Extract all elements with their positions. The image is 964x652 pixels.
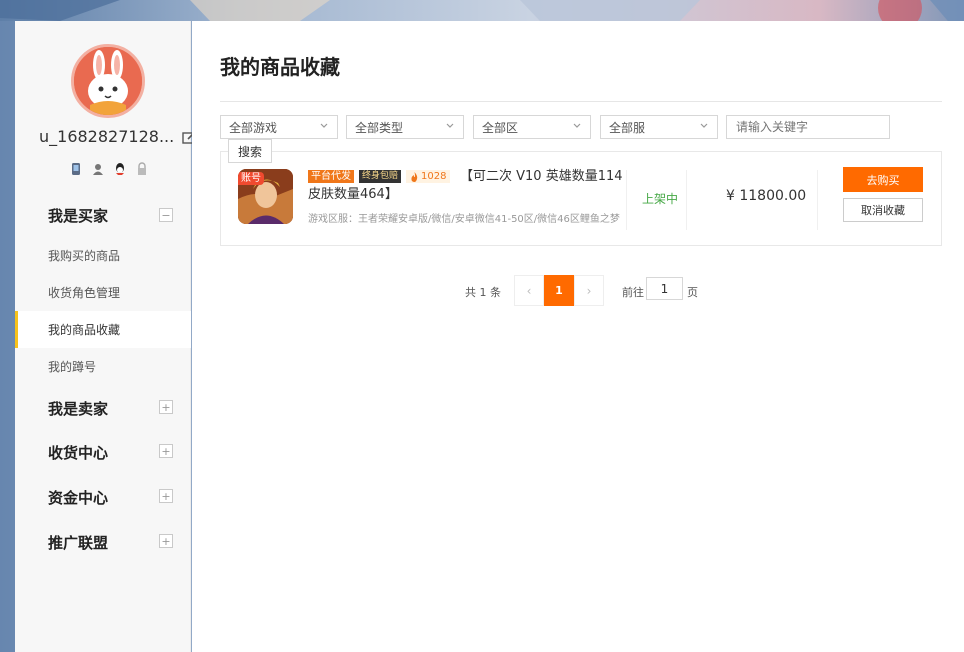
page-number-1[interactable]: 1 [544, 275, 574, 306]
server-select[interactable]: 全部服 [600, 115, 718, 139]
sidebar-item-favorites[interactable]: 我的商品收藏 [15, 311, 191, 348]
goto-label: 前往 [622, 286, 644, 299]
collapse-toggle-icon[interactable]: − [159, 208, 173, 222]
goods-tags: 平台代发 终身包赔 1028 [308, 170, 451, 183]
title-divider [220, 101, 942, 102]
menu-group-receive-center[interactable]: 收货中心 [48, 442, 108, 463]
unfavorite-button[interactable]: 取消收藏 [843, 198, 923, 222]
chevron-right-icon: › [586, 283, 592, 298]
avatar[interactable] [71, 44, 145, 118]
column-divider [626, 170, 627, 230]
chevron-left-icon: ‹ [526, 283, 532, 298]
sidebar: u_1682827128... 我是买家 − 我购买的商品 收货角色管理 我的商… [15, 21, 195, 652]
total-count: 共 1 条 [465, 286, 501, 299]
chevron-down-icon [320, 123, 328, 128]
chevron-down-icon [700, 123, 708, 128]
phone-icon[interactable] [69, 161, 83, 175]
rabbit-avatar-icon [74, 47, 142, 115]
main-content: 我的商品收藏 全部游戏 全部类型 全部区 全部服 请输入关键字 账号 【可二次 … [192, 21, 964, 652]
menu-group-affiliate[interactable]: 推广联盟 [48, 532, 108, 553]
game-thumbnail[interactable]: 账号 [238, 169, 293, 224]
account-status-icons [69, 161, 149, 175]
sidebar-item-label: 我的蹲号 [48, 360, 97, 374]
sidebar-item-label: 我购买的商品 [48, 249, 121, 263]
goods-price: ¥ 11800.00 [726, 188, 807, 204]
search-button[interactable]: 搜索 [228, 139, 272, 163]
buy-button[interactable]: 去购买 [843, 167, 923, 192]
chevron-down-icon [573, 123, 581, 128]
keyword-input[interactable] [726, 115, 890, 139]
expand-toggle-icon[interactable]: + [159, 534, 173, 548]
type-select-value: 全部类型 [355, 120, 404, 135]
type-select[interactable]: 全部类型 [346, 115, 464, 139]
chevron-down-icon [446, 123, 454, 128]
column-divider [817, 170, 818, 230]
username: u_1682827128... [39, 127, 175, 146]
menu-group-buyer[interactable]: 我是买家 [48, 205, 108, 226]
page-unit-label: 页 [687, 286, 698, 299]
menu-group-seller[interactable]: 我是卖家 [48, 398, 108, 419]
account-badge: 账号 [238, 172, 264, 185]
hot-count-tag: 1028 [406, 170, 451, 183]
menu-group-funds-center[interactable]: 资金中心 [48, 487, 108, 508]
platform-ship-tag: 平台代发 [308, 170, 354, 183]
expand-toggle-icon[interactable]: + [159, 400, 173, 414]
user-icon[interactable] [91, 161, 105, 175]
goto-page-input[interactable] [646, 277, 683, 300]
expand-toggle-icon[interactable]: + [159, 444, 173, 458]
prev-page-button[interactable]: ‹ [514, 275, 544, 306]
page-title: 我的商品收藏 [220, 55, 340, 79]
server-info: 游戏区服：王者荣耀安卓版/微信/安卓微信41-50区/微信46区鲤鱼之梦 [308, 214, 620, 225]
listing-status: 上架中 [642, 192, 679, 206]
favorite-goods-card: 账号 【可二次 V10 英雄数量114 皮肤数量464】 平台代发 终身包赔 1… [220, 151, 942, 246]
next-page-button[interactable]: › [574, 275, 604, 306]
sidebar-item-label: 收货角色管理 [48, 286, 121, 300]
flame-icon [411, 171, 418, 182]
column-divider [686, 170, 687, 230]
game-select-value: 全部游戏 [229, 120, 278, 135]
qq-icon[interactable] [113, 161, 127, 175]
pagination: 共 1 条 ‹ 1 › 前往 页 [192, 275, 964, 307]
game-select[interactable]: 全部游戏 [220, 115, 338, 139]
lifetime-insurance-tag: 终身包赔 [359, 170, 402, 183]
server-select-value: 全部服 [609, 120, 646, 135]
lock-icon[interactable] [135, 161, 149, 175]
zone-select-value: 全部区 [482, 120, 519, 135]
zone-select[interactable]: 全部区 [473, 115, 591, 139]
sidebar-item-receive-roles[interactable]: 收货角色管理 [15, 274, 191, 311]
sidebar-item-watch-accounts[interactable]: 我的蹲号 [15, 348, 191, 385]
sidebar-item-label: 我的商品收藏 [48, 323, 121, 337]
sidebar-item-purchased[interactable]: 我购买的商品 [15, 237, 191, 274]
expand-toggle-icon[interactable]: + [159, 489, 173, 503]
hot-count: 1028 [421, 171, 447, 182]
